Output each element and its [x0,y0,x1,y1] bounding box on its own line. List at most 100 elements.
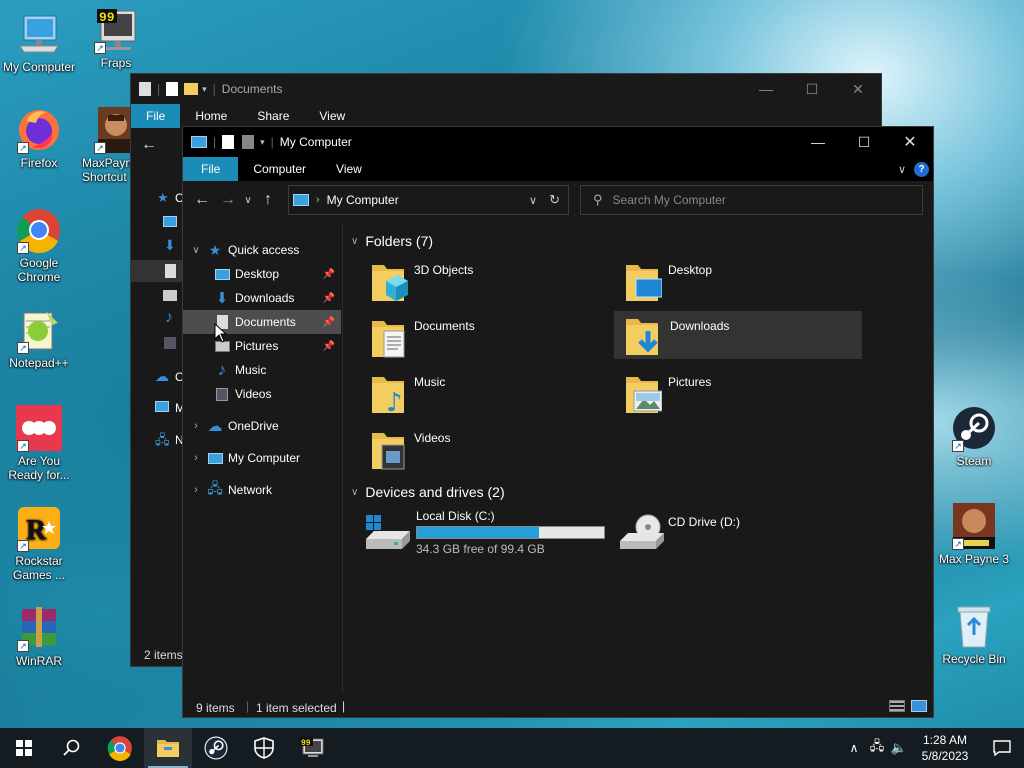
sidebar-item-downloads[interactable]: ⬇ Downloads 📌 [183,286,341,310]
sidebar-item-onedrive[interactable]: › ☁ OneDrive [183,414,343,438]
search-input[interactable]: Search My Computer [613,193,726,207]
folder-music[interactable]: ♪ Music [362,369,608,417]
start-button[interactable] [0,728,48,768]
forward-button[interactable]: → [215,191,241,209]
back-button[interactable]: ← [189,191,215,209]
folder-desktop[interactable]: Desktop [616,257,862,305]
chevron-right-icon[interactable]: › [185,484,207,496]
desktop-icon-my-computer[interactable]: My Computer [1,10,77,74]
notifications-button[interactable] [980,740,1024,756]
desktop-icon-notepad-plus-plus[interactable]: ↗ Notepad++ [1,306,77,370]
taskbar-security[interactable] [240,728,288,768]
folder-3d-objects[interactable]: 3D Objects [362,257,608,305]
details-view-icon[interactable] [889,700,905,712]
refresh-icon[interactable]: ↻ [549,192,560,208]
sidebar-item-quick-access[interactable]: ∨ ★ Quick access [183,238,343,262]
pin-icon[interactable]: 📌 [323,269,335,280]
tab-file[interactable]: File [183,157,239,181]
quick-access-star-icon[interactable]: ★ [157,190,169,206]
minimize-button[interactable]: — [795,127,841,157]
pin-icon[interactable]: 📌 [323,341,335,352]
properties-icon[interactable] [222,135,235,149]
sidebar-item-desktop[interactable]: Desktop 📌 [183,262,341,286]
desktop-icon-steam[interactable]: ↗ Steam [936,404,1012,468]
maximize-button[interactable]: ☐ [841,127,887,157]
documents-titlebar[interactable]: | ▾ | Documents — ☐ ✕ [131,74,881,104]
videos-icon[interactable] [164,337,176,349]
sidebar-item-network[interactable]: › 🖧 Network [183,478,343,502]
large-icons-view-icon[interactable] [911,700,927,712]
search-button[interactable] [48,728,96,768]
desktop-icon-are-you-ready[interactable]: ↗ Are You Ready for... [1,404,77,482]
my-computer-titlebar[interactable]: | ▾ | My Computer — ☐ ✕ [183,127,933,157]
folder-icon[interactable] [184,83,199,95]
tab-share[interactable]: Share [242,104,304,128]
tab-file[interactable]: File [131,104,181,128]
folder-documents[interactable]: Documents [362,313,608,361]
taskbar-steam[interactable] [192,728,240,768]
tab-home[interactable]: Home [180,104,242,128]
folder-pictures[interactable]: Pictures [616,369,862,417]
minimize-button[interactable]: — [743,74,789,104]
music-icon[interactable]: ♪ [165,309,173,327]
back-arrow-icon[interactable]: ← [141,136,157,154]
close-button[interactable]: ✕ [887,127,933,157]
chevron-down-icon[interactable]: ∨ [185,245,207,256]
sidebar-item-documents[interactable]: Documents 📌 [183,310,341,334]
address-dropdown-icon[interactable]: ∨ [529,194,537,207]
tab-view[interactable]: View [304,104,360,128]
sidebar-item-pictures[interactable]: Pictures 📌 [183,334,341,358]
desktop-icon-rockstar-games[interactable]: R ↗ Rockstar Games ... [1,504,77,582]
desktop-icon-winrar[interactable]: ↗ WinRAR [1,604,77,668]
properties-icon[interactable] [166,82,179,96]
pictures-icon[interactable] [163,290,177,301]
tab-computer[interactable]: Computer [238,157,321,181]
download-icon[interactable]: ⬇ [164,237,176,254]
folder-videos[interactable]: Videos [362,425,608,473]
desktop-icon-recycle-bin[interactable]: Recycle Bin [936,602,1012,666]
desktop-icon-max-payne-3[interactable]: ↗ Max Payne 3 [936,502,1012,566]
taskbar-fraps[interactable]: 99 [288,728,336,768]
breadcrumb-chevron-icon[interactable]: › [316,194,320,206]
desktop-icon-fraps[interactable]: 99 ↗ Fraps [78,6,154,70]
computer-icon[interactable] [155,401,169,412]
chevron-right-icon[interactable]: › [185,420,207,432]
breadcrumb-my-computer[interactable]: My Computer [327,193,399,207]
volume-icon[interactable]: 🔈 [888,740,910,756]
help-icon[interactable]: ? [914,161,929,177]
onedrive-icon[interactable]: ☁ [155,368,169,385]
ribbon-expand-icon[interactable]: ∨ [898,163,906,176]
my-computer-window[interactable]: | ▾ | My Computer — ☐ ✕ File Computer Vi… [182,126,934,718]
folders-section-header[interactable]: ∨ Folders (7) [351,233,433,249]
clock[interactable]: 1:28 AM 5/8/2023 [910,732,980,764]
show-hidden-icons-chevron-icon[interactable]: ∧ [842,741,866,755]
maximize-button[interactable]: ☐ [789,74,835,104]
sidebar-item-music[interactable]: ♪ Music [183,358,341,382]
chevron-down-icon[interactable]: ▾ [260,137,265,148]
up-button[interactable]: ↑ [255,191,281,209]
desktop-icon-google-chrome[interactable]: ↗ Google Chrome [1,206,77,284]
folder-downloads[interactable]: Downloads [614,311,862,359]
desktop-icon[interactable] [163,216,177,227]
close-button[interactable]: ✕ [835,74,881,104]
pin-icon[interactable]: 📌 [323,317,335,328]
search-box[interactable]: ⚲ Search My Computer [580,185,923,215]
tab-view[interactable]: View [321,157,377,181]
sidebar-item-videos[interactable]: Videos [183,382,341,406]
chevron-down-icon[interactable]: ▾ [202,84,207,95]
drive-local-disk-c[interactable]: Local Disk (C:) 34.3 GB free of 99.4 GB [362,509,608,559]
chevron-right-icon[interactable]: › [185,452,207,464]
drive-cd-d[interactable]: CD Drive (D:) [616,509,862,559]
new-folder-icon[interactable] [242,135,255,149]
folder-label: Downloads [670,319,730,333]
desktop-icon-firefox[interactable]: ↗ Firefox [1,106,77,170]
sidebar-item-my-computer[interactable]: › My Computer [183,446,343,470]
recent-locations-button[interactable]: ∨ [241,195,255,206]
pin-icon[interactable]: 📌 [323,293,335,304]
taskbar-chrome[interactable] [96,728,144,768]
network-icon[interactable]: 🖧 [155,431,170,453]
network-tray-icon[interactable]: 🖧 [866,737,888,759]
drives-section-header[interactable]: ∨ Devices and drives (2) [351,484,505,500]
address-bar[interactable]: › My Computer ∨ ↻ [288,185,569,215]
taskbar-file-explorer[interactable] [144,728,192,768]
